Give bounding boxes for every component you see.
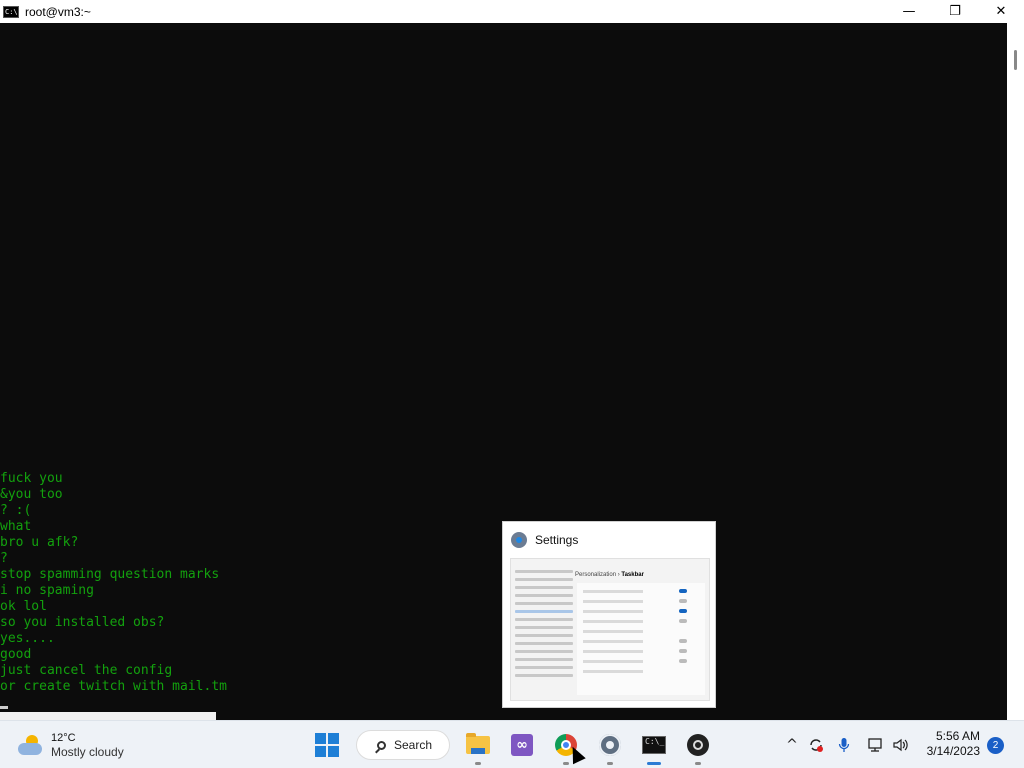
window-title-bar[interactable]: C:\ root@vm3:~ — ❐ ✕ <box>0 0 1024 23</box>
console-icon: C:\ <box>3 5 19 18</box>
volume-icon <box>893 738 908 752</box>
start-button[interactable] <box>315 733 339 757</box>
preview-thumbnail: Personalization › Taskbar <box>510 558 710 701</box>
console-line: &you too <box>0 487 63 502</box>
microphone-button[interactable] <box>835 731 853 759</box>
clock[interactable]: 5:56 AM 3/14/2023 <box>918 729 980 759</box>
console-line: what <box>0 519 32 534</box>
taskbar-app-file-explorer[interactable] <box>462 729 494 765</box>
scrollbar-thumb[interactable] <box>1014 50 1017 70</box>
search-label: Search <box>394 738 433 752</box>
notification-badge[interactable]: 2 <box>987 737 1004 754</box>
clock-date: 3/14/2023 <box>926 744 980 758</box>
weather-temperature: 12°C <box>51 732 76 744</box>
weather-condition: Mostly cloudy <box>51 745 124 759</box>
console-line: fuck you <box>0 471 63 486</box>
preview-content-pane <box>577 583 705 695</box>
taskbar: 12°C Mostly cloudy Search ∞ C:\_ ^ 5:56 … <box>0 720 1024 768</box>
running-indicator <box>475 762 481 765</box>
folder-icon <box>466 733 490 754</box>
window-title: root@vm3:~ <box>25 4 91 19</box>
console-line: yes.... <box>0 631 55 646</box>
taskbar-app-visual-studio[interactable]: ∞ <box>506 729 538 761</box>
window-controls: — ❐ ✕ <box>886 0 1024 23</box>
running-indicator <box>607 762 613 765</box>
vertical-scrollbar[interactable] <box>1007 23 1024 720</box>
console-line: i no spaming <box>0 583 94 598</box>
preview-title: Settings <box>535 533 579 547</box>
restore-button[interactable]: ❐ <box>932 0 978 23</box>
show-hidden-icons-button[interactable]: ^ <box>783 731 801 759</box>
chevron-up-icon: ^ <box>786 737 798 753</box>
partly-cloudy-icon <box>16 734 44 757</box>
minimize-button[interactable]: — <box>886 0 932 23</box>
console-line: bro u afk? <box>0 535 79 550</box>
taskbar-search-button[interactable]: Search <box>356 730 450 760</box>
preview-header: Settings <box>503 522 715 558</box>
obs-icon <box>687 734 709 756</box>
microphone-icon <box>838 738 850 752</box>
console-output: fuck you &you too? :(what bro u afk?? stop … <box>0 471 227 695</box>
taskbar-app-command-prompt[interactable]: C:\_ <box>638 729 670 765</box>
sync-status-button[interactable] <box>806 731 826 759</box>
close-button[interactable]: ✕ <box>978 0 1024 23</box>
settings-window-preview[interactable]: Settings Personalization › Taskbar <box>502 521 716 708</box>
settings-icon <box>599 734 621 756</box>
terminal-icon: C:\_ <box>642 736 666 754</box>
console-line: so you installed obs? <box>0 615 165 630</box>
preview-sidebar <box>515 565 573 695</box>
console-line: ok lol <box>0 599 47 614</box>
preview-breadcrumb: Personalization › Taskbar <box>575 572 644 578</box>
console-input-line[interactable] <box>0 712 216 720</box>
console-cursor <box>0 706 8 709</box>
console-line: ? <box>0 551 8 566</box>
clock-time: 5:56 AM <box>935 729 980 743</box>
volume-button[interactable] <box>890 731 912 759</box>
close-icon: ✕ <box>995 4 1007 19</box>
running-indicator <box>695 762 701 765</box>
console-line: stop spamming question marks <box>0 567 220 582</box>
taskbar-app-obs[interactable] <box>682 729 714 765</box>
taskbar-app-settings[interactable] <box>594 729 626 765</box>
windows-logo-icon <box>315 733 326 744</box>
console-line: just cancel the config <box>0 663 173 678</box>
sync-icon <box>810 739 823 752</box>
console-line: ? :( <box>0 503 32 518</box>
search-icon <box>377 740 386 750</box>
active-indicator <box>647 762 661 765</box>
restore-icon: ❐ <box>949 4 961 19</box>
network-icon <box>868 738 882 752</box>
minimize-icon: — <box>902 4 916 19</box>
visual-studio-icon: ∞ <box>511 734 533 756</box>
running-indicator <box>563 762 569 765</box>
console-line: good <box>0 647 32 662</box>
network-button[interactable] <box>865 731 887 759</box>
console-line: or create twitch with mail.tm <box>0 679 227 694</box>
settings-icon <box>511 532 527 548</box>
weather-widget[interactable]: 12°C Mostly cloudy <box>16 731 124 760</box>
